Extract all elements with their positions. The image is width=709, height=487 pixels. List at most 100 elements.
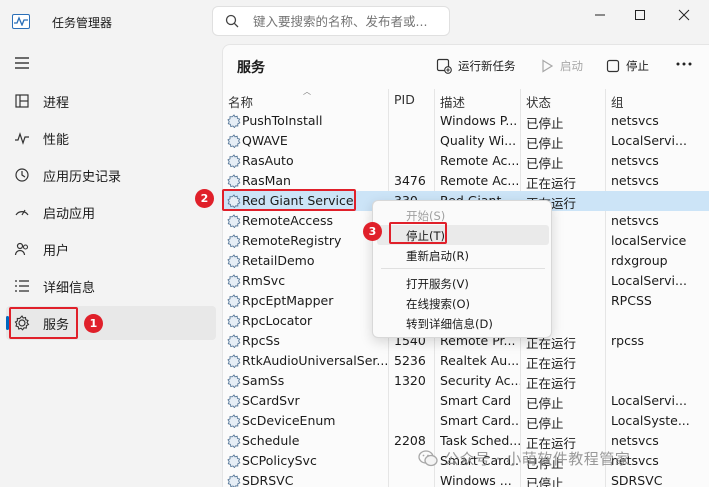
column-header-group[interactable]: 组 bbox=[611, 92, 624, 111]
annotation-badge-1: 1 bbox=[84, 314, 103, 333]
service-gear-icon bbox=[227, 434, 241, 449]
sidebar-item-label: 进程 bbox=[43, 96, 70, 111]
context-menu-open-services[interactable]: 打开服务(V) bbox=[377, 273, 549, 293]
cell-status: 已停止 bbox=[526, 416, 564, 431]
cell-name: RpcLocator bbox=[242, 313, 313, 328]
table-row[interactable]: QWAVE Quality Wi... 已停止 LocalServi... bbox=[223, 131, 709, 151]
sidebar-item-performance[interactable]: 性能 bbox=[6, 121, 216, 155]
sidebar-item-startup-apps[interactable]: 启动应用 bbox=[6, 195, 216, 229]
more-options-button[interactable] bbox=[671, 53, 697, 75]
watermark: 公众号 · 小萌软件教程管家 bbox=[418, 448, 630, 469]
annotation-badge-2: 2 bbox=[195, 189, 214, 208]
cell-status: 正在运行 bbox=[526, 176, 577, 191]
cell-description: Windows ... bbox=[440, 473, 512, 487]
page-title: 服务 bbox=[237, 60, 265, 76]
table-row[interactable]: SCardSvr Smart Card 已停止 LocalServi... bbox=[223, 391, 709, 411]
sidebar-item-app-history[interactable]: 应用历史记录 bbox=[6, 158, 216, 192]
sidebar-item-label: 详细信息 bbox=[43, 281, 96, 296]
sidebar-item-processes[interactable]: 进程 bbox=[6, 84, 216, 118]
table-row[interactable]: SamSs 1320 Security Ac... 正在运行 bbox=[223, 371, 709, 391]
sidebar-item-label: 用户 bbox=[43, 244, 70, 259]
cell-pid: 3476 bbox=[394, 173, 426, 188]
watermark-text: 公众号 · 小萌软件教程管家 bbox=[444, 450, 631, 468]
performance-icon bbox=[15, 132, 29, 145]
cell-description: Smart Card... bbox=[440, 413, 520, 428]
start-service-button[interactable]: 启动 bbox=[540, 55, 583, 77]
service-gear-icon bbox=[227, 174, 241, 189]
cell-group: localService bbox=[611, 233, 687, 248]
cell-status: 正在运行 bbox=[526, 356, 577, 371]
column-header-name[interactable]: 名称 bbox=[228, 92, 253, 111]
column-header-description[interactable]: 描述 bbox=[440, 92, 465, 111]
cell-name: RpcEptMapper bbox=[242, 293, 334, 308]
sidebar-item-details[interactable]: 详细信息 bbox=[6, 269, 216, 303]
context-menu-go-to-details[interactable]: 转到详细信息(D) bbox=[377, 313, 549, 333]
table-row[interactable]: RasAuto Remote Ac... 已停止 netsvcs bbox=[223, 151, 709, 171]
cell-name: PushToInstall bbox=[242, 113, 323, 128]
cell-description: Smart Card bbox=[440, 393, 512, 408]
context-menu: 开始(S) 停止(T) 重新启动(R) 打开服务(V) 在线搜索(O) 转到详细… bbox=[372, 200, 552, 338]
sidebar-item-users[interactable]: 用户 bbox=[6, 232, 216, 266]
cell-status: 正在运行 bbox=[526, 376, 577, 391]
table-row[interactable]: RasMan 3476 Remote Ac... 正在运行 netsvcs bbox=[223, 171, 709, 191]
column-header-pid[interactable]: PID bbox=[394, 92, 415, 107]
cell-description: Task Sched... bbox=[440, 433, 520, 448]
cell-description: Quality Wi... bbox=[440, 133, 517, 148]
service-gear-icon bbox=[227, 354, 241, 369]
service-gear-icon bbox=[227, 274, 241, 289]
app-history-icon bbox=[15, 168, 29, 182]
cell-description: Remote Ac... bbox=[440, 173, 520, 188]
minimize-button[interactable] bbox=[580, 2, 620, 28]
task-manager-icon bbox=[12, 14, 30, 29]
cell-pid: 5236 bbox=[394, 353, 426, 368]
maximize-button[interactable] bbox=[620, 2, 660, 28]
service-gear-icon bbox=[227, 134, 241, 149]
annotation-highlight-red-giant bbox=[222, 189, 356, 211]
cell-group: netsvcs bbox=[611, 433, 659, 448]
context-menu-restart[interactable]: 重新启动(R) bbox=[377, 245, 549, 265]
cell-status: 已停止 bbox=[526, 476, 564, 487]
cell-group: LocalServi... bbox=[611, 133, 687, 148]
cell-name: SCPolicySvc bbox=[242, 453, 317, 468]
cell-description: Realtek Au... bbox=[440, 353, 520, 368]
service-gear-icon bbox=[227, 474, 241, 487]
close-button[interactable] bbox=[664, 2, 704, 28]
cell-status: 已停止 bbox=[526, 136, 564, 151]
cell-name: RmSvc bbox=[242, 273, 286, 288]
table-row[interactable]: SDRSVC Windows ... 已停止 SDRSVC bbox=[223, 471, 709, 487]
search-input[interactable] bbox=[253, 12, 445, 30]
wechat-icon bbox=[418, 450, 438, 467]
minimize-icon bbox=[595, 14, 605, 16]
cell-group: LocalServi... bbox=[611, 273, 687, 288]
table-row[interactable]: ScDeviceEnum Smart Card... 已停止 LocalSyste..… bbox=[223, 411, 709, 431]
cell-name: RasMan bbox=[242, 173, 291, 188]
cell-status: 已停止 bbox=[526, 156, 564, 171]
sidebar-item-label: 性能 bbox=[43, 133, 70, 148]
startup-apps-icon bbox=[15, 209, 29, 216]
run-task-icon bbox=[436, 58, 452, 74]
details-icon bbox=[15, 280, 29, 292]
sort-caret-icon: ︿ bbox=[303, 87, 311, 96]
cell-name: RtkAudioUniversalSer... bbox=[242, 353, 388, 368]
service-gear-icon bbox=[227, 114, 241, 129]
context-menu-search-online[interactable]: 在线搜索(O) bbox=[377, 293, 549, 313]
cell-group: netsvcs bbox=[611, 113, 659, 128]
cell-description: Windows P... bbox=[440, 113, 518, 128]
run-new-task-label: 运行新任务 bbox=[458, 59, 516, 73]
service-gear-icon bbox=[227, 214, 241, 229]
close-icon bbox=[678, 9, 690, 21]
cell-group: netsvcs bbox=[611, 153, 659, 168]
search-box[interactable] bbox=[212, 6, 450, 36]
cell-name: RpcSs bbox=[242, 333, 280, 348]
table-row[interactable]: RtkAudioUniversalSer... 5236 Realtek Au...… bbox=[223, 351, 709, 371]
annotation-badge-3: 3 bbox=[363, 222, 382, 241]
column-header-status[interactable]: 状态 bbox=[526, 92, 551, 111]
table-row[interactable]: PushToInstall Windows P... 已停止 netsvcs bbox=[223, 111, 709, 131]
run-new-task-button[interactable]: 运行新任务 bbox=[436, 55, 516, 77]
menu-toggle-button[interactable] bbox=[14, 56, 30, 74]
stop-service-button[interactable]: 停止 bbox=[606, 55, 649, 77]
cell-name: SDRSVC bbox=[242, 473, 294, 487]
cell-group: LocalServi... bbox=[611, 393, 687, 408]
window-title: 任务管理器 bbox=[52, 16, 113, 30]
start-service-label: 启动 bbox=[560, 59, 583, 73]
